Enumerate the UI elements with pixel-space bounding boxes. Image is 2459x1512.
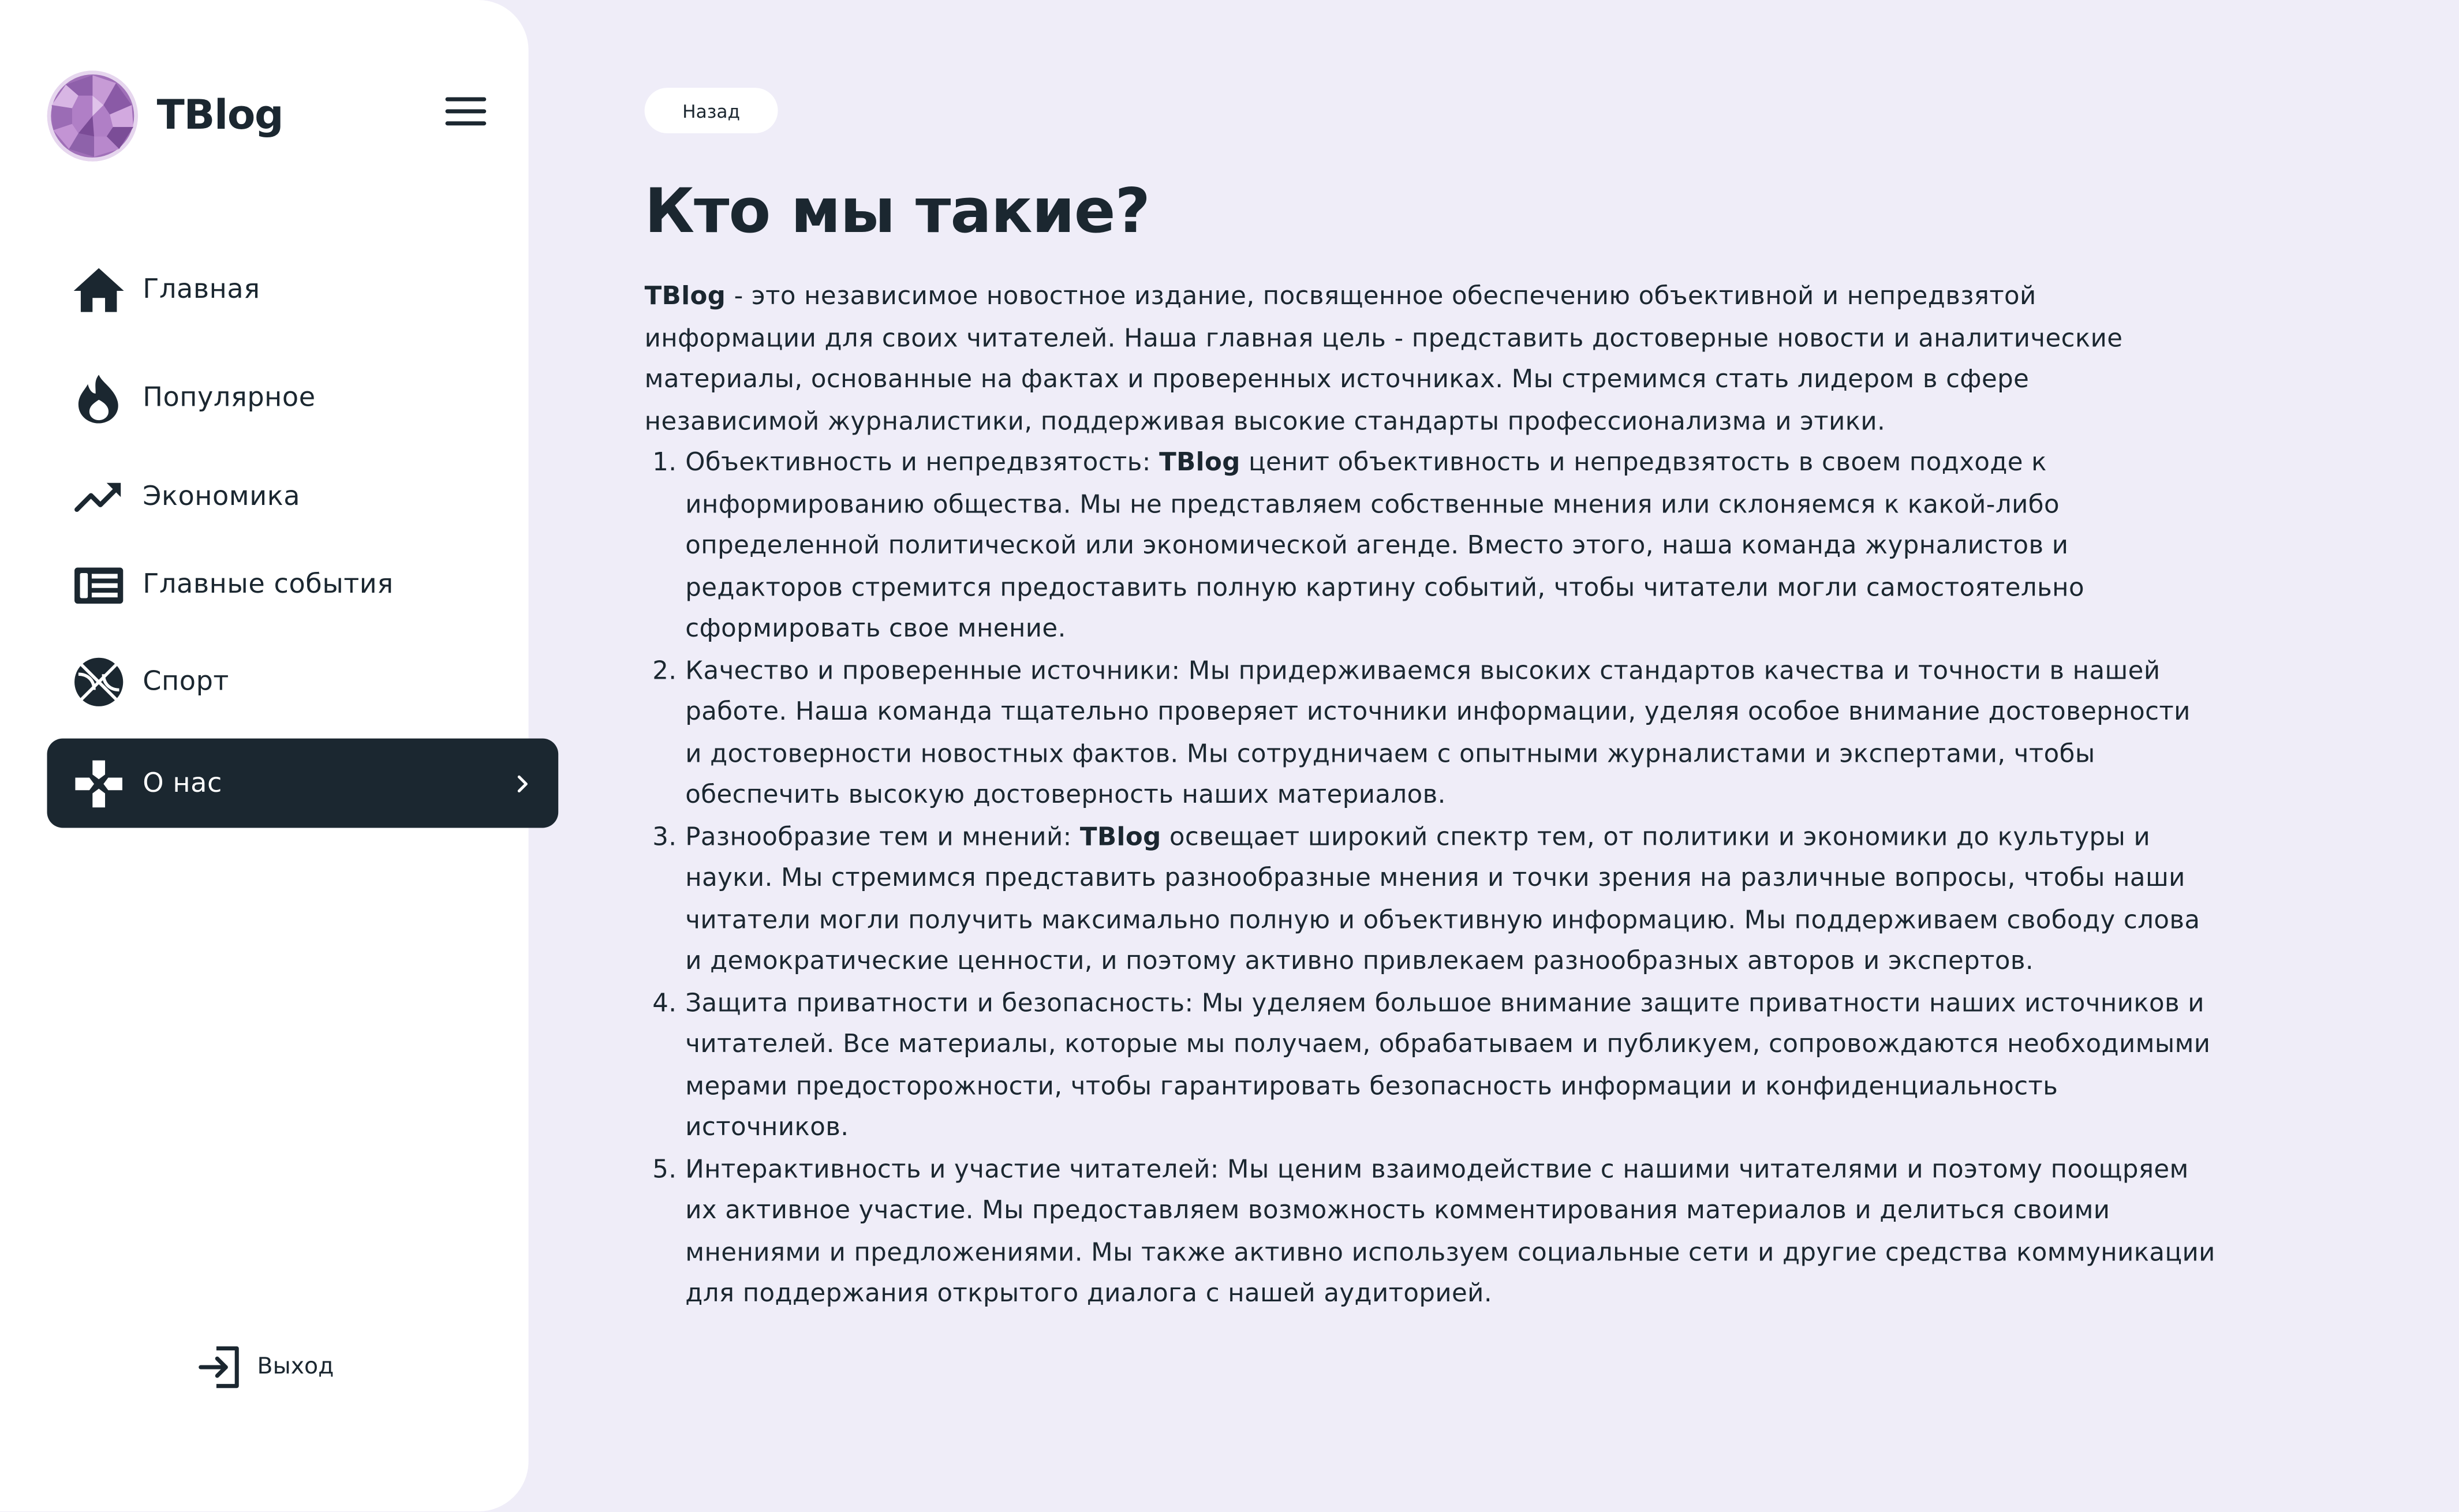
sidebar-item-label: Спорт (143, 666, 229, 698)
trending-up-icon (72, 470, 125, 523)
app-frame: TBlog Главная Популярное Экономика Главн… (0, 0, 2459, 1512)
list-number: 5. (652, 1153, 677, 1183)
sidebar-item-label: Популярное (143, 382, 316, 414)
list-number: 3. (652, 821, 677, 851)
page-title: Кто мы такие? (644, 177, 1150, 248)
gamepad-icon (72, 757, 125, 810)
home-icon (72, 263, 125, 316)
sidebar-item-popular[interactable]: Популярное (47, 354, 559, 442)
intro-paragraph: TBlog - это независимое новостное издани… (645, 276, 2213, 442)
list-item: 1. Объективность и непредвзятость: TBlog… (645, 442, 2213, 650)
article-body: TBlog - это независимое новостное издани… (645, 276, 2215, 1315)
sidebar: TBlog Главная Популярное Экономика Главн… (0, 0, 559, 1512)
sidebar-item-top-events[interactable]: Главные события (47, 541, 559, 628)
intro-line: TBlog - это независимое новостное издани… (644, 280, 2036, 310)
sidebar-item-economy[interactable]: Экономика (47, 453, 559, 541)
list-number: 1. (652, 447, 677, 477)
logout-button[interactable]: Выход (197, 1342, 334, 1393)
menu-toggle-button[interactable] (442, 91, 489, 132)
sidebar-item-label: Главные события (143, 569, 394, 601)
hamburger-icon (445, 97, 487, 126)
chevron-right-icon (517, 774, 528, 792)
brand-name: TBlog (156, 92, 284, 140)
logo (47, 70, 139, 162)
list-item: 2. Качество и проверенные источники: Мы … (645, 650, 2213, 816)
sidebar-item-label: О нас (143, 767, 222, 799)
sidebar-item-about[interactable]: О нас (47, 738, 559, 828)
brand-mention: TBlog (644, 280, 726, 310)
sidebar-item-label: Главная (143, 274, 260, 306)
list-item: 5. Интерактивность и участие читателей: … (645, 1148, 2215, 1315)
basketball-icon (72, 656, 125, 709)
brand-mention: TBlog (1079, 821, 1161, 851)
list-item: 4. Защита приватности и безопасность: Мы… (645, 982, 2213, 1148)
back-button[interactable]: Назад (644, 88, 778, 133)
principles-list: 1. Объективность и непредвзятость: TBlog… (645, 442, 2215, 1315)
intro-line: информации для своих читателей. Наша гла… (644, 322, 2123, 352)
sidebar-item-home[interactable]: Главная (47, 246, 559, 334)
list-item: 3. Разнообразие тем и мнений: TBlog осве… (645, 816, 2213, 982)
brand[interactable]: TBlog (47, 69, 284, 163)
logout-icon (199, 1346, 239, 1389)
intro-line: материалы, основанные на фактах и провер… (644, 364, 2030, 394)
sidebar-item-label: Экономика (143, 481, 301, 513)
sidebar-item-sport[interactable]: Спорт (47, 638, 559, 726)
intro-line: независимой журналистики, поддерживая вы… (644, 405, 1886, 435)
logout-label: Выход (257, 1354, 334, 1380)
flame-icon (72, 372, 125, 425)
list-number: 2. (652, 654, 677, 684)
list-number: 4. (652, 987, 677, 1017)
newspaper-icon (72, 558, 125, 611)
brand-mention: TBlog (1159, 447, 1240, 477)
